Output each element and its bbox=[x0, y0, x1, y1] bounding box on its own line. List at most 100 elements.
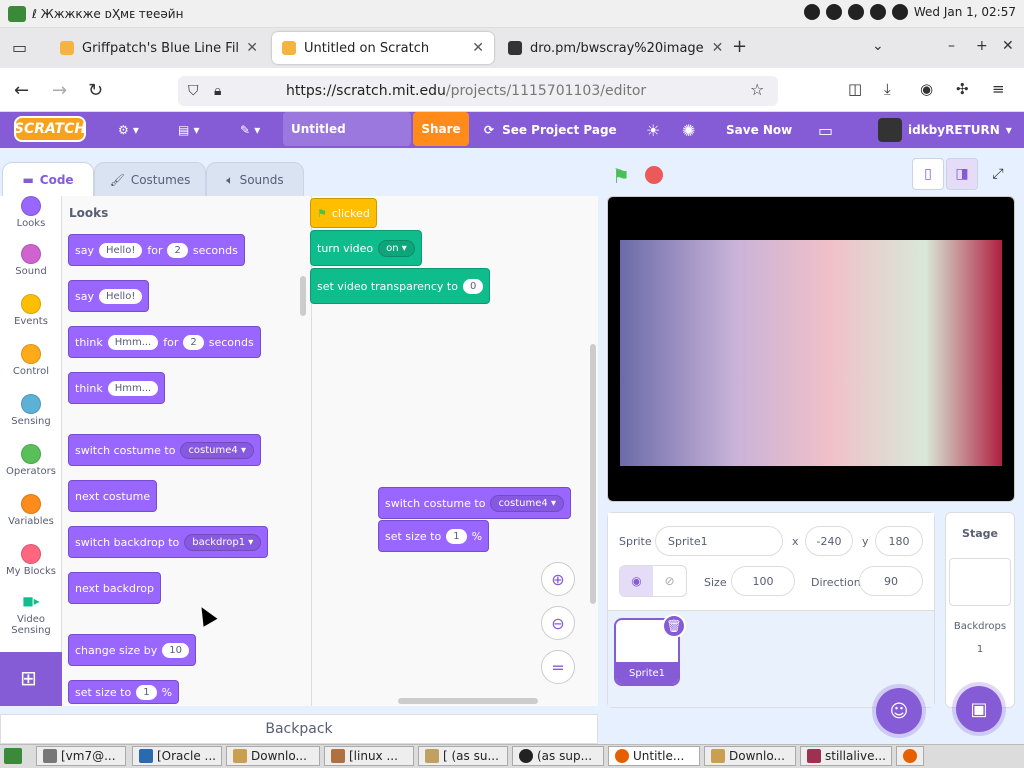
desktop-icon[interactable] bbox=[4, 748, 22, 764]
category-variables[interactable]: Variables bbox=[0, 494, 62, 527]
forward-arrow-icon[interactable]: → bbox=[52, 80, 67, 101]
small-stage-button[interactable]: ▯ bbox=[912, 158, 944, 190]
volume-icon[interactable] bbox=[803, 4, 820, 20]
block-input[interactable]: 10 bbox=[162, 642, 190, 658]
save-now-button[interactable]: Save Now bbox=[726, 112, 792, 148]
project-title-input[interactable]: Untitled bbox=[283, 112, 411, 146]
stage-selector[interactable] bbox=[945, 512, 1015, 708]
taskbar-item[interactable]: [vm7@... bbox=[36, 746, 126, 766]
large-stage-button[interactable]: ◨ bbox=[946, 158, 978, 190]
menu-icon[interactable] bbox=[8, 6, 26, 22]
taskbar-item[interactable]: [ (as su... bbox=[418, 746, 508, 766]
block-next-costume[interactable]: next costume bbox=[68, 480, 158, 512]
hide-eye-icon[interactable]: ⊘ bbox=[653, 566, 686, 596]
lock-icon[interactable]: 🔒︎ bbox=[214, 83, 221, 99]
category-sound[interactable]: Sound bbox=[0, 244, 62, 277]
close-tab-icon[interactable]: ✕ bbox=[246, 40, 258, 56]
add-backdrop-button[interactable]: ▣ bbox=[956, 686, 1002, 732]
tab-untitled-scratch[interactable]: Untitled on Scratch ✕ bbox=[272, 32, 494, 64]
block-switch-costume-ws[interactable]: switch costume to costume4 ▾ bbox=[378, 487, 571, 519]
block-set-size-ws[interactable]: set size to 1 % bbox=[378, 520, 490, 552]
block-input[interactable]: 1 bbox=[446, 528, 467, 544]
shield-icon[interactable]: ⛉ bbox=[188, 83, 199, 99]
block-turn-video[interactable]: turn video on ▾ bbox=[310, 230, 422, 266]
see-project-page-button[interactable]: ⟳ See Project Page bbox=[484, 112, 617, 148]
block-set-video-transparency[interactable]: set video transparency to 0 bbox=[310, 268, 491, 304]
category-sensing[interactable]: Sensing bbox=[0, 394, 62, 427]
x-input[interactable]: -240 bbox=[805, 526, 853, 556]
zoom-out-button[interactable]: ⊖ bbox=[541, 606, 575, 640]
block-input[interactable]: 2 bbox=[183, 334, 204, 350]
taskbar-item[interactable]: Downlo... bbox=[704, 746, 796, 766]
taskbar-item[interactable] bbox=[896, 746, 924, 766]
block-input[interactable]: Hmm... bbox=[107, 380, 159, 396]
category-looks[interactable]: Looks bbox=[0, 196, 62, 229]
taskbar-item[interactable]: Downlo... bbox=[226, 746, 320, 766]
category-events[interactable]: Events bbox=[0, 294, 62, 327]
url-field[interactable]: https://scratch.mit.edu/projects/1115701… bbox=[178, 76, 778, 106]
category-my-blocks[interactable]: My Blocks bbox=[0, 544, 62, 577]
tab-griffpatch[interactable]: Griffpatch's Blue Line Filter ✕ bbox=[50, 32, 268, 64]
edit-menu-icon[interactable]: ✎ ▾ bbox=[240, 112, 260, 148]
green-flag-button[interactable]: ⚑ bbox=[612, 164, 630, 188]
tab-code[interactable]: ▬ Code bbox=[2, 162, 94, 198]
bookmark-star-icon[interactable]: ☆ bbox=[750, 80, 764, 99]
block-input[interactable]: Hello! bbox=[98, 242, 143, 258]
taskbar-item[interactable]: stillalive... bbox=[800, 746, 892, 766]
block-say[interactable]: say Hello! bbox=[68, 280, 150, 312]
block-input[interactable]: Hmm... bbox=[107, 334, 159, 350]
pen-icon[interactable] bbox=[891, 4, 908, 20]
block-switch-backdrop[interactable]: switch backdrop to backdrop1 ▾ bbox=[68, 526, 269, 558]
block-next-backdrop[interactable]: next backdrop bbox=[68, 572, 161, 604]
maximize-icon[interactable]: + bbox=[976, 38, 988, 54]
new-tab-button[interactable]: + bbox=[732, 36, 747, 57]
block-say-for-secs[interactable]: say Hello! for 2 seconds bbox=[68, 234, 245, 266]
reload-icon[interactable]: ↻ bbox=[88, 80, 103, 101]
block-input[interactable]: Hello! bbox=[98, 288, 143, 304]
notification-icon[interactable] bbox=[869, 4, 886, 20]
video-state-dropdown[interactable]: on ▾ bbox=[378, 239, 415, 257]
backdrop-dropdown[interactable]: backdrop1 ▾ bbox=[184, 533, 262, 551]
chevron-down-icon[interactable]: ⌄ bbox=[872, 38, 884, 54]
my-stuff-folder-icon[interactable]: ▭ bbox=[818, 112, 833, 148]
settings-gear-icon[interactable]: ⚙ ▾ bbox=[118, 112, 139, 148]
sprite-name-input[interactable]: Sprite1 bbox=[655, 526, 783, 556]
tab-dropm[interactable]: dro.pm/bwscray%20image ✕ bbox=[498, 32, 723, 64]
close-tab-icon[interactable]: ✕ bbox=[712, 40, 724, 56]
block-think-for-secs[interactable]: think Hmm... for 2 seconds bbox=[68, 326, 261, 358]
stage-thumbnail[interactable] bbox=[949, 558, 1011, 606]
category-control[interactable]: Control bbox=[0, 344, 62, 377]
download-icon[interactable]: ⤓ bbox=[884, 80, 891, 98]
block-switch-costume[interactable]: switch costume to costume4 ▾ bbox=[68, 434, 261, 466]
extensions-icon[interactable]: ✣ bbox=[956, 80, 969, 98]
category-operators[interactable]: Operators bbox=[0, 444, 62, 477]
taskbar-item[interactable]: [Oracle ... bbox=[132, 746, 222, 766]
file-menu-icon[interactable]: ▤ ▾ bbox=[178, 112, 200, 148]
tab-list-icon[interactable]: ▭ bbox=[12, 38, 27, 57]
block-input[interactable]: 0 bbox=[462, 278, 484, 294]
workspace-h-scrollbar[interactable] bbox=[398, 698, 538, 704]
add-sprite-button[interactable]: ☺ bbox=[876, 688, 922, 734]
backpack[interactable]: Backpack bbox=[0, 714, 598, 744]
close-window-icon[interactable]: ✕ bbox=[1002, 38, 1014, 54]
show-eye-icon[interactable]: ◉ bbox=[620, 566, 653, 596]
block-when-flag-clicked[interactable]: ⚑ clicked bbox=[310, 198, 377, 228]
size-input[interactable]: 100 bbox=[731, 566, 795, 596]
clock[interactable]: Wed Jan 1, 02:57 bbox=[914, 5, 1016, 19]
category-video-sensing[interactable]: ■▸ Video Sensing bbox=[0, 594, 62, 636]
workspace-v-scrollbar[interactable] bbox=[590, 344, 596, 604]
tab-sounds[interactable]: 🔈︎ Sounds bbox=[206, 162, 304, 198]
palette-scrollbar[interactable] bbox=[300, 276, 306, 316]
close-tab-icon[interactable]: ✕ bbox=[472, 40, 484, 56]
block-input[interactable]: 2 bbox=[167, 242, 188, 258]
scratch-logo[interactable]: SCRATCH bbox=[14, 116, 86, 142]
zoom-in-button[interactable]: ⊕ bbox=[541, 562, 575, 596]
shield-icon[interactable] bbox=[825, 4, 842, 20]
network-icon[interactable] bbox=[847, 4, 864, 20]
fullscreen-icon[interactable]: ⤢ bbox=[982, 158, 1014, 190]
stop-button[interactable] bbox=[645, 166, 663, 184]
taskbar-item[interactable]: (as sup... bbox=[512, 746, 604, 766]
add-extension-button[interactable]: ⊞ bbox=[0, 652, 62, 706]
back-arrow-icon[interactable]: ← bbox=[14, 80, 29, 101]
block-change-size[interactable]: change size by 10 bbox=[68, 634, 197, 666]
